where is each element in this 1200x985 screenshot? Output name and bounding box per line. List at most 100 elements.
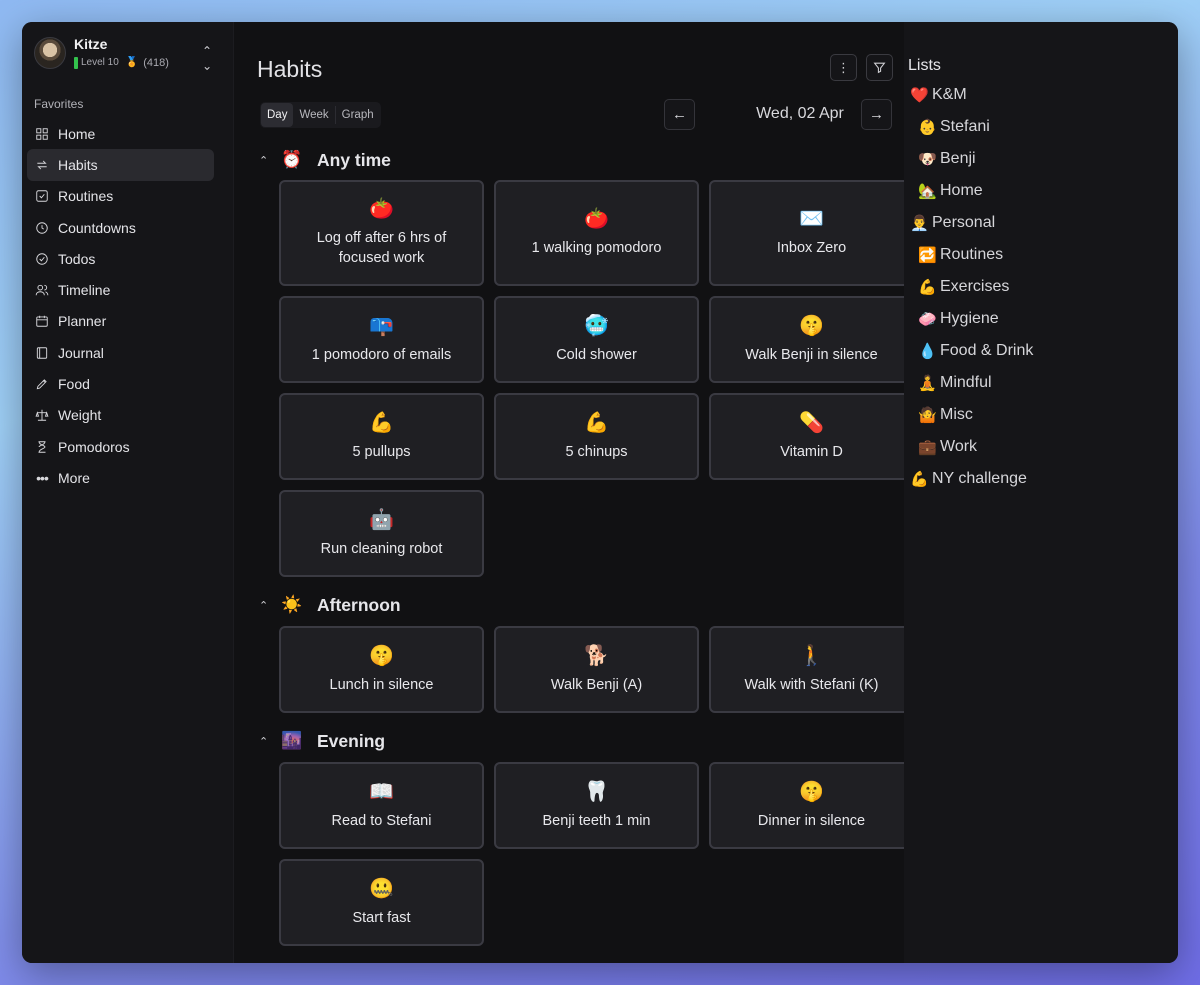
checkbox-icon [35,189,49,203]
group-title: Evening [317,730,386,751]
next-day-button[interactable]: → [861,99,892,130]
list-item[interactable]: 🧘 Mindful [910,367,1033,399]
habit-card[interactable]: 🍅 1 walking pomodoro [494,180,699,286]
lists: ❤️ K&M 👶 Stefani 🐶 Benji 🏡 Home 👨‍💼 Personal 🔁 Rout… [910,79,1033,495]
level-label: Level 10 [81,57,119,68]
sidebar-item-timeline[interactable]: Timeline [27,274,214,305]
habit-card[interactable]: 💊 Vitamin D [709,393,914,480]
tab-graph[interactable]: Graph [336,103,380,127]
list-emoji-icon: 🔁 [918,247,937,264]
sidebar-item-label: Routines [58,188,114,205]
list-label: Personal [932,214,996,231]
sidebar-item-journal[interactable]: Journal [27,337,214,368]
habit-emoji-icon: 🍅 [584,208,609,230]
list-label: Work [940,438,978,455]
scale-icon [35,408,49,422]
habit-card[interactable]: 🤖 Run cleaning robot [279,490,484,577]
habit-card[interactable]: 🐕 Walk Benji (A) [494,626,699,713]
habit-card[interactable]: 🚶 Walk with Stefani (K) [709,626,914,713]
avatar [34,37,66,69]
habit-card[interactable]: 🤐 Start fast [279,859,484,946]
habit-label: Dinner in silence [757,812,866,829]
calendar-icon [35,314,49,328]
list-item[interactable]: 👶 Stefani [910,111,1033,143]
sidebar-item-label: Home [58,125,96,142]
list-item[interactable]: 🧼 Hygiene [910,303,1033,335]
sidebar-item-todos[interactable]: Todos [27,243,214,274]
habit-label: Walk with Stefani (K) [744,676,879,693]
habit-card[interactable]: 💪 5 pullups [279,393,484,480]
habit-label: 1 walking pomodoro [531,240,662,256]
list-item[interactable]: ❤️ K&M [910,79,1033,111]
sidebar: Kitze Level 10 🏅 (418) ⌃ ⌃ Favorites Home… [22,22,234,963]
list-item[interactable]: 👨‍💼 Personal [910,207,1033,239]
habit-card[interactable]: 🤫 Lunch in silence [279,626,484,713]
chevron-up-down-icon[interactable]: ⌃ ⌃ [202,44,212,72]
habit-label: Start fast [352,909,411,926]
group-header-evening[interactable]: ⌃ 🌆 Evening [259,729,385,753]
group-header-any-time[interactable]: ⌃ ⏰ Any time [259,148,391,172]
list-emoji-icon: 🏡 [918,183,937,200]
sidebar-item-routines[interactable]: Routines [27,181,214,212]
habit-label: 5 pullups [352,443,411,460]
habit-card[interactable]: 🍅 Log off after 6 hrs of focused work [279,180,484,286]
habit-card[interactable]: 🤫 Dinner in silence [709,762,914,849]
group-title: Any time [317,149,391,170]
list-item[interactable]: 💪 NY challenge [910,463,1033,495]
page-title: Habits [257,56,323,82]
list-item[interactable]: 💼 Work [910,431,1033,463]
sidebar-item-habits[interactable]: Habits [27,149,214,181]
list-emoji-icon: ❤️ [910,87,929,104]
sidebar-item-weight[interactable]: Weight [27,400,214,431]
sidebar-item-food[interactable]: Food [27,368,214,399]
sidebar-item-planner[interactable]: Planner [27,306,214,337]
list-item[interactable]: 🐶 Benji [910,143,1033,175]
habit-card[interactable]: 💪 5 chinups [494,393,699,480]
list-item[interactable]: 🔁 Routines [910,239,1033,271]
tab-week[interactable]: Week [293,103,334,127]
sidebar-item-label: Pomodoros [58,438,130,455]
points-count: (418) [143,56,169,69]
habit-card[interactable]: 🦷 Benji teeth 1 min [494,762,699,849]
app-window: Kitze Level 10 🏅 (418) ⌃ ⌃ Favorites Home… [22,22,1178,963]
habit-card[interactable]: 🥶 Cold shower [494,296,699,383]
list-item[interactable]: 🏡 Home [910,175,1033,207]
list-emoji-icon: 🤷 [918,407,937,424]
sidebar-item-label: Food [58,376,90,393]
list-item[interactable]: 🤷 Misc [910,399,1033,431]
sidebar-item-countdowns[interactable]: Countdowns [27,212,214,243]
sidebar-item-more[interactable]: ••• More [27,462,214,493]
habit-emoji-icon: 🤫 [369,644,394,667]
filter-button[interactable] [866,54,893,81]
list-item[interactable]: 💪 Exercises [910,271,1033,303]
sidebar-item-home[interactable]: Home [27,118,214,149]
habit-card[interactable]: 🤫 Walk Benji in silence [709,296,914,383]
list-label: K&M [932,86,967,103]
list-emoji-icon: 🧼 [918,311,937,328]
habit-card[interactable]: ✉️ Inbox Zero [709,180,914,286]
prev-day-button[interactable]: ← [664,99,695,130]
book-icon [35,346,49,360]
list-item[interactable]: 💧 Food & Drink [910,335,1033,367]
group-header-afternoon[interactable]: ⌃ ☀️ Afternoon [259,593,401,617]
habit-label: Walk Benji (A) [550,676,643,693]
filter-icon [873,62,886,74]
list-emoji-icon: 💪 [918,279,937,296]
chevron-up-icon[interactable]: ⌃ [259,599,273,612]
sidebar-item-pomodoros[interactable]: Pomodoros [27,431,214,462]
habit-card[interactable]: 📖 Read to Stefani [279,762,484,849]
habit-card[interactable]: 📪 1 pomodoro of emails [279,296,484,383]
more-icon: ••• [36,469,49,486]
habit-label: 1 pomodoro of emails [311,346,452,363]
list-emoji-icon: 💧 [918,343,937,360]
group-emoji-icon: ⏰ [281,150,303,169]
tab-day[interactable]: Day [261,103,294,127]
chevron-up-icon[interactable]: ⌃ [259,154,273,167]
profile-switcher[interactable]: Kitze Level 10 🏅 (418) ⌃ ⌃ [34,35,212,72]
chevron-up-icon[interactable]: ⌃ [259,735,273,748]
more-options-button[interactable]: ⋮ [830,54,857,81]
list-label: Hygiene [940,310,999,327]
habit-emoji-icon: 🤫 [799,314,824,337]
lists-panel: Lists ❤️ K&M 👶 Stefani 🐶 Benji 🏡 Home 👨‍💼 Persona… [904,22,1178,963]
habit-label: Benji teeth 1 min [542,812,651,829]
